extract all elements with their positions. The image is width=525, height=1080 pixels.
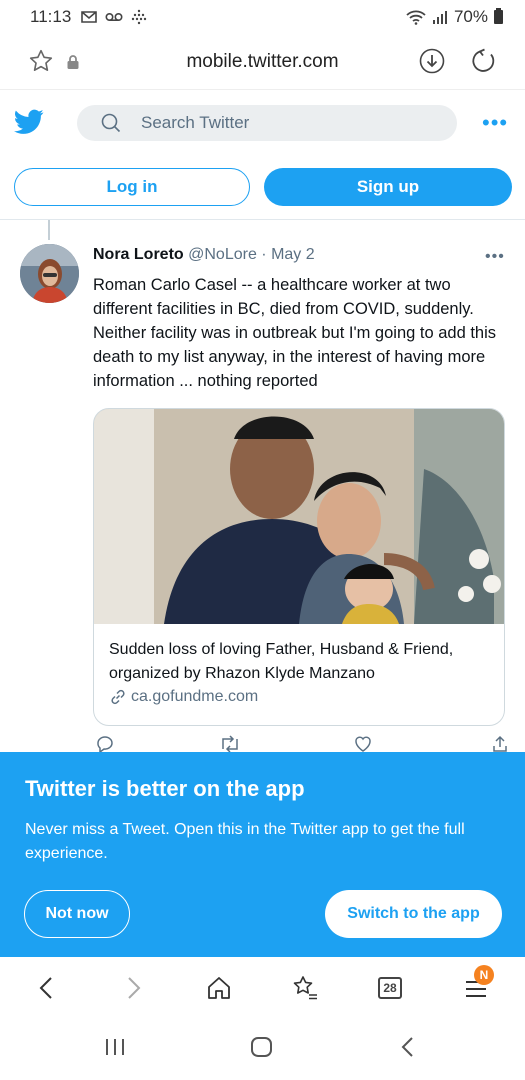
reply-icon[interactable] (95, 734, 115, 754)
card-image (94, 409, 504, 624)
card-title: Sudden loss of loving Father, Husband & … (109, 641, 454, 682)
status-time: 11:13 (30, 7, 72, 26)
link-card[interactable]: Sudden loss of loving Father, Husband & … (93, 408, 505, 726)
author-handle[interactable]: @NoLore (188, 246, 257, 263)
status-bar: 11:13 70% (0, 0, 525, 34)
url-text[interactable]: mobile.twitter.com (0, 51, 525, 73)
system-nav-bar (0, 1019, 525, 1080)
search-placeholder: Search Twitter (141, 113, 250, 132)
avatar[interactable] (20, 244, 79, 303)
battery-percent: 70% (453, 7, 488, 26)
browser-toolbar: 28 N (0, 957, 525, 1019)
app-promo-banner: Twitter is better on the app Never miss … (0, 752, 525, 957)
wifi-icon (406, 10, 426, 25)
menu-badge: N (474, 965, 494, 985)
banner-title: Twitter is better on the app (25, 776, 305, 801)
signal-icon (432, 11, 447, 24)
recent-apps-icon[interactable] (104, 1037, 126, 1057)
battery-icon (494, 8, 503, 24)
switch-to-app-button[interactable]: Switch to the app (325, 890, 502, 938)
twitter-bird-icon[interactable] (14, 109, 44, 135)
bookmarks-icon[interactable] (291, 975, 319, 1001)
search-icon (101, 113, 121, 133)
card-domain: ca.gofundme.com (131, 688, 259, 705)
share-icon[interactable] (491, 734, 509, 754)
retweet-icon[interactable] (219, 734, 241, 754)
dots-grid-icon (132, 9, 147, 25)
header-divider (0, 219, 525, 220)
thread-line (48, 220, 50, 240)
voicemail-icon (105, 12, 123, 22)
system-home-icon[interactable] (250, 1036, 274, 1058)
download-icon[interactable] (419, 48, 445, 74)
link-icon (111, 689, 125, 705)
separator: · (261, 246, 267, 263)
tweet-more-icon[interactable]: ••• (485, 248, 505, 266)
twitter-header: Search Twitter ••• (0, 92, 525, 154)
tweet-header: Nora Loreto @NoLore · May 2 (93, 246, 315, 264)
login-button[interactable]: Log in (14, 168, 250, 206)
search-input[interactable]: Search Twitter (77, 105, 457, 141)
more-options-icon[interactable]: ••• (482, 112, 508, 134)
author-name[interactable]: Nora Loreto (93, 246, 184, 263)
tabs-button[interactable]: 28 (378, 977, 402, 999)
tweet-text: Roman Carlo Casel -- a healthcare worker… (93, 276, 497, 390)
system-back-icon[interactable] (398, 1036, 418, 1058)
like-icon[interactable] (353, 734, 373, 754)
home-icon[interactable] (206, 975, 232, 1001)
browser-url-bar: mobile.twitter.com (0, 34, 525, 90)
not-now-button[interactable]: Not now (24, 890, 130, 938)
banner-text: Never miss a Tweet. Open this in the Twi… (25, 821, 465, 862)
reload-icon[interactable] (470, 47, 498, 75)
signup-button[interactable]: Sign up (264, 168, 512, 206)
auth-buttons: Log in Sign up (0, 168, 525, 206)
card-body: Sudden loss of loving Father, Husband & … (109, 638, 494, 706)
forward-icon[interactable] (122, 975, 144, 1001)
tweet-date[interactable]: May 2 (271, 246, 315, 263)
gmail-icon (81, 11, 98, 23)
card-link[interactable]: ca.gofundme.com (109, 688, 494, 706)
back-icon[interactable] (36, 975, 58, 1001)
